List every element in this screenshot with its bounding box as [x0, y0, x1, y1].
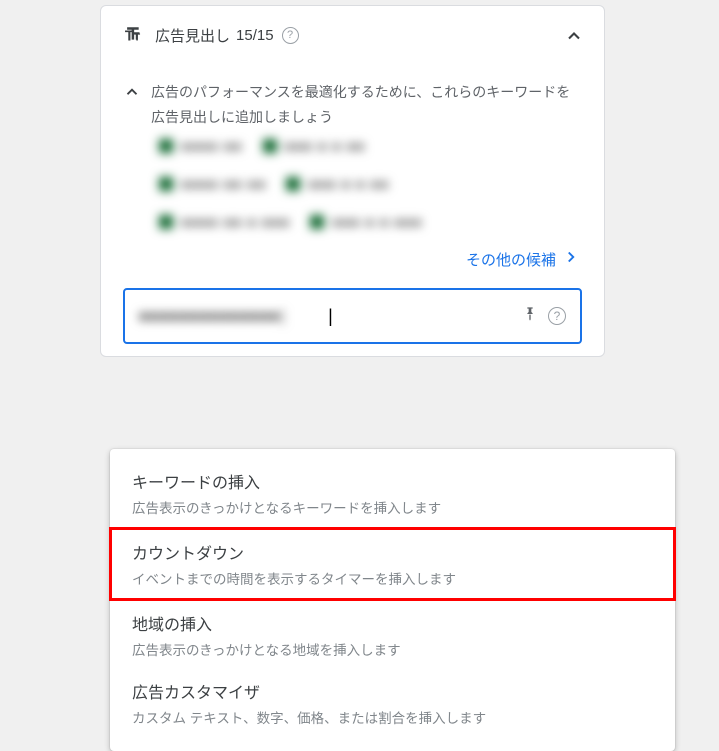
help-icon[interactable]: ? [548, 307, 566, 325]
plus-icon [286, 177, 300, 191]
keyword-chip[interactable]: ■■■ ■ ■ ■■ [286, 176, 389, 192]
help-icon[interactable]: ? [282, 27, 299, 44]
keyword-suggestions: ■■■■ ■■ ■■■ ■ ■ ■■ ■■■■ ■■ ■■ ■■■ ■ ■ ■■… [123, 130, 582, 230]
headline-input[interactable]: ■■■■■■■■■■■■■■{ | ? [123, 288, 582, 344]
keyword-chip[interactable]: ■■■ ■ ■ ■■■ [310, 214, 422, 230]
dropdown-item-desc: イベントまでの時間を表示するタイマーを挿入します [132, 568, 653, 588]
suggestion-text: 広告のパフォーマンスを最適化するために、これらのキーワードを広告見出しに追加しま… [151, 80, 582, 130]
plus-icon [159, 177, 173, 191]
dropdown-item-title: 地域の挿入 [132, 611, 653, 635]
keyword-text: ■■■ ■ ■ ■■ [308, 176, 389, 192]
keyword-row: ■■■■ ■■ ■■■ ■ ■ ■■ [159, 138, 582, 154]
dropdown-item-desc: 広告表示のきっかけとなるキーワードを挿入します [132, 497, 653, 517]
dropdown-item-title: キーワードの挿入 [132, 469, 653, 493]
keyword-text: ■■■ ■ ■ ■■■ [332, 214, 422, 230]
dropdown-item-title: 広告カスタマイザ [132, 679, 653, 703]
headlines-panel: TT 広告見出し 15/15 ? 広告のパフォーマンスを最適化するために、これら… [100, 5, 605, 357]
panel-count: 15/15 [236, 27, 274, 44]
svg-text:T: T [125, 29, 134, 45]
more-candidates-row: その他の候補 [123, 248, 582, 270]
dropdown-item-desc: カスタム テキスト、数字、価格、または割合を挿入します [132, 707, 653, 727]
input-value-blurred: ■■■■■■■■■■■■■■{ [139, 308, 328, 325]
dropdown-item-location-insert[interactable]: 地域の挿入 広告表示のきっかけとなる地域を挿入します [110, 601, 675, 669]
pin-icon[interactable] [522, 306, 538, 327]
chevron-up-icon[interactable] [123, 83, 141, 106]
dropdown-item-desc: 広告表示のきっかけとなる地域を挿入します [132, 639, 653, 659]
keyword-text: ■■■■ ■■ ■■ [181, 176, 266, 192]
dropdown-item-keyword-insert[interactable]: キーワードの挿入 広告表示のきっかけとなるキーワードを挿入します [110, 459, 675, 527]
keyword-chip[interactable]: ■■■ ■ ■ ■■ [263, 138, 366, 154]
insert-dropdown: キーワードの挿入 広告表示のきっかけとなるキーワードを挿入します カウントダウン… [110, 449, 675, 751]
plus-icon [263, 139, 277, 153]
suggestion-row[interactable]: 広告のパフォーマンスを最適化するために、これらのキーワードを広告見出しに追加しま… [123, 62, 582, 130]
panel-title: 広告見出し [155, 25, 230, 46]
more-candidates-label: その他の候補 [466, 249, 556, 270]
suggestion-block: 広告のパフォーマンスを最適化するために、これらのキーワードを広告見出しに追加しま… [101, 62, 604, 356]
keyword-chip[interactable]: ■■■■ ■■ [159, 138, 243, 154]
keyword-row: ■■■■ ■■ ■ ■■■ ■■■ ■ ■ ■■■ [159, 214, 582, 230]
panel-header[interactable]: TT 広告見出し 15/15 ? [101, 6, 604, 62]
more-candidates-link[interactable]: その他の候補 [466, 248, 580, 270]
chevron-right-icon [562, 248, 580, 270]
chevron-up-icon[interactable] [564, 26, 582, 44]
keyword-chip[interactable]: ■■■■ ■■ ■ ■■■ [159, 214, 290, 230]
plus-icon [159, 215, 173, 229]
plus-icon [159, 139, 173, 153]
dropdown-item-ad-customizer[interactable]: 広告カスタマイザ カスタム テキスト、数字、価格、または割合を挿入します [110, 669, 675, 737]
keyword-text: ■■■ ■ ■ ■■ [285, 138, 366, 154]
keyword-chip[interactable]: ■■■■ ■■ ■■ [159, 176, 266, 192]
keyword-row: ■■■■ ■■ ■■ ■■■ ■ ■ ■■ [159, 176, 582, 192]
keyword-text: ■■■■ ■■ ■ ■■■ [181, 214, 290, 230]
dropdown-item-countdown[interactable]: カウントダウン イベントまでの時間を表示するタイマーを挿入します [109, 527, 676, 601]
panel-title-wrap: TT 広告見出し 15/15 ? [123, 24, 299, 46]
text-cursor: | [328, 306, 333, 327]
dropdown-item-title: カウントダウン [132, 540, 653, 564]
plus-icon [310, 215, 324, 229]
keyword-text: ■■■■ ■■ [181, 138, 243, 154]
svg-text:T: T [134, 33, 141, 44]
text-type-icon: TT [123, 24, 145, 46]
